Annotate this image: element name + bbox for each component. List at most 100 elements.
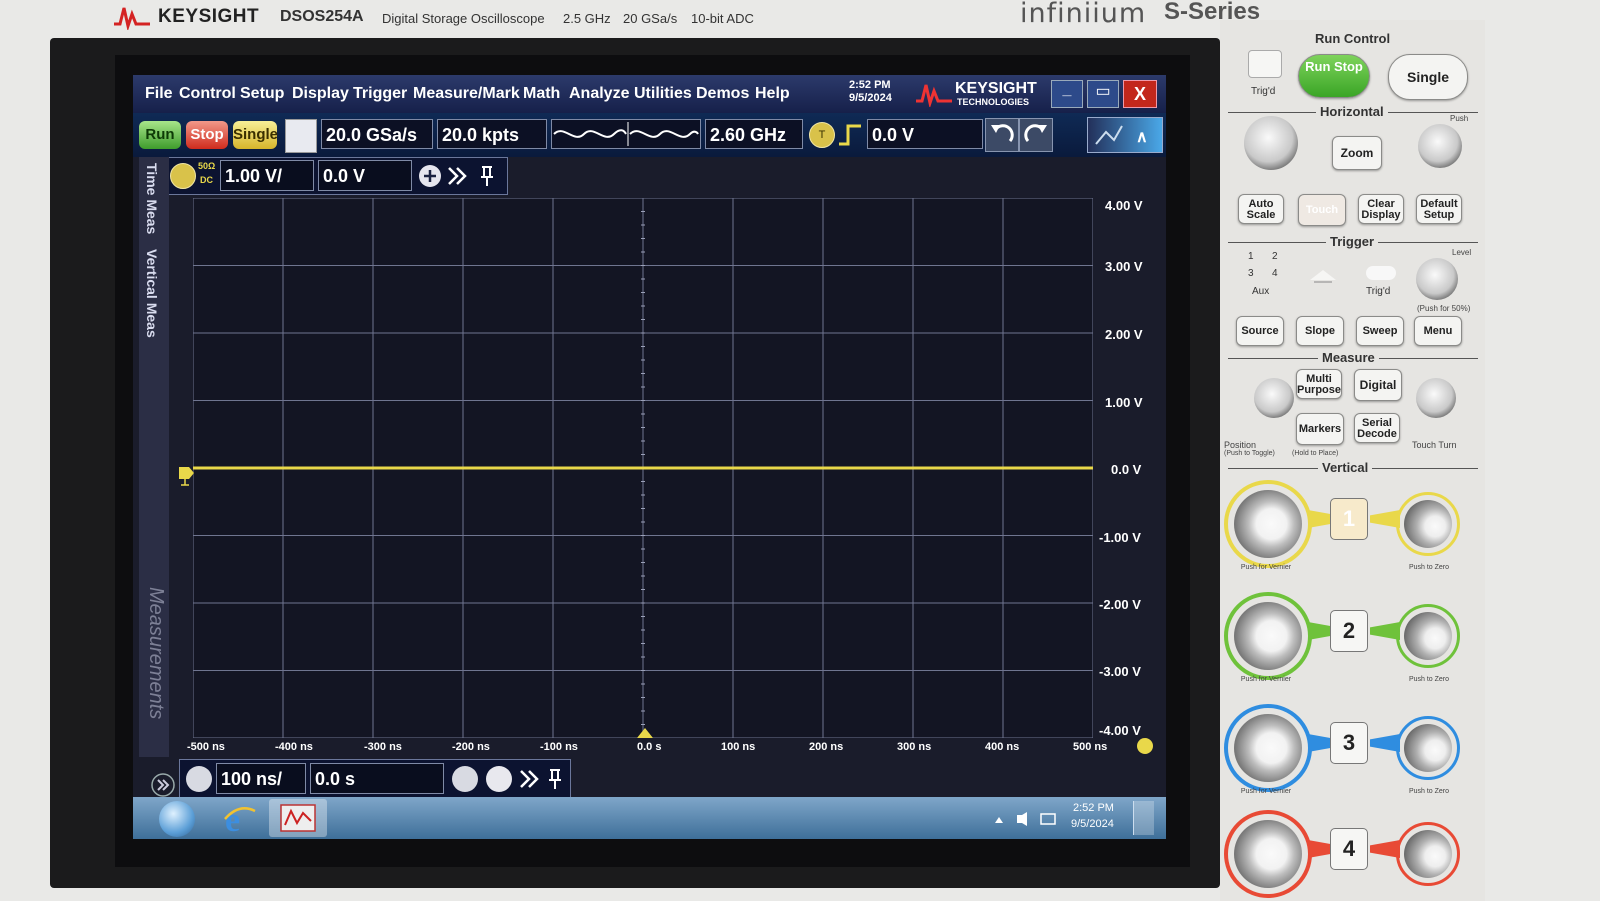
timebase-delay-button[interactable] [452, 766, 478, 792]
menu-display[interactable]: Display [292, 85, 349, 103]
trigger-level-knob[interactable] [1416, 258, 1458, 300]
menu-measure-mark[interactable]: Measure/Mark [413, 85, 520, 103]
horizontal-scale-knob[interactable] [1244, 116, 1298, 170]
push-toggle-label: (Push to Toggle) [1224, 450, 1275, 457]
pin-icon[interactable] [478, 164, 496, 188]
touch-turn-label: Touch Turn [1412, 440, 1457, 450]
trigger-source-hw-button[interactable]: Source [1236, 316, 1284, 346]
trigger-ch-label: 4 [1272, 268, 1278, 279]
show-desktop-button[interactable] [1133, 801, 1154, 835]
run-button[interactable]: Run [139, 121, 181, 149]
restore-button[interactable]: ▭ [1087, 80, 1119, 108]
touch-button[interactable]: Touch [1298, 194, 1346, 226]
side-panel-expand-icon[interactable] [151, 773, 175, 797]
start-button[interactable] [159, 801, 195, 837]
tab-measurements[interactable]: Measurements [144, 587, 167, 719]
horizontal-position-knob[interactable] [1418, 124, 1462, 168]
run-stop-button[interactable]: Run Stop [1298, 54, 1370, 98]
channel-2-button[interactable]: 2 [1330, 610, 1368, 652]
menu-control[interactable]: Control [179, 85, 236, 103]
x-tick-label: 0.0 s [637, 741, 662, 753]
single-button[interactable]: Single [233, 121, 278, 149]
waveform-graticule[interactable] [192, 197, 1094, 739]
channel-1-ground-marker-icon[interactable] [177, 459, 197, 489]
timebase-marker[interactable] [1137, 738, 1153, 754]
tab-vertical-meas[interactable]: Vertical Meas [144, 249, 160, 338]
menu-setup[interactable]: Setup [240, 85, 284, 103]
menu-trigger[interactable]: Trigger [353, 85, 407, 103]
vertical-scale-knob[interactable] [1234, 602, 1302, 670]
y-tick-label: -2.00 V [1099, 597, 1141, 612]
undo-icon [991, 124, 1014, 142]
close-button[interactable]: X [1123, 80, 1157, 108]
channel-1-button[interactable] [170, 163, 196, 189]
y-tick-label: 2.00 V [1105, 327, 1143, 342]
multi-purpose-button[interactable]: Multi Purpose [1296, 369, 1342, 399]
push-zero-label: Push to Zero [1408, 788, 1450, 795]
stop-button[interactable]: Stop [186, 121, 228, 149]
taskbar-time: 2:52 PM [1073, 802, 1114, 814]
menu-demos[interactable]: Demos [696, 85, 749, 103]
trigger-slope-button[interactable]: Slope [1296, 316, 1344, 346]
samplerate-field[interactable]: 20.0 GSa/s [321, 119, 433, 149]
side-tab-strip: Time Meas Vertical Meas Measurements [139, 157, 169, 757]
scope-app-taskbar-icon[interactable] [269, 799, 327, 837]
channel-4-button[interactable]: 4 [1330, 828, 1368, 870]
measure-position-knob[interactable] [1254, 378, 1294, 418]
tab-time-meas[interactable]: Time Meas [144, 163, 160, 234]
menu-file[interactable]: File [145, 85, 173, 103]
x-tick-label: 200 ns [809, 741, 844, 753]
adc-spec: 10-bit ADC [691, 11, 754, 26]
timebase-position-field[interactable]: 0.0 s [310, 763, 444, 794]
vertical-scale-field[interactable]: 1.00 V/ [220, 160, 314, 191]
trigger-level-field[interactable]: 0.0 V [867, 119, 983, 149]
vertical-offset-knob[interactable] [1404, 500, 1452, 548]
zoom-button[interactable]: Zoom [1332, 136, 1382, 170]
internet-explorer-icon[interactable]: e [221, 801, 259, 839]
vertical-scale-knob[interactable] [1234, 490, 1302, 558]
trigger-menu-button[interactable]: Menu [1414, 316, 1462, 346]
system-tray-icons[interactable] [993, 811, 1063, 827]
menu-help[interactable]: Help [755, 85, 790, 103]
expand-chevron-icon[interactable] [518, 767, 540, 791]
vertical-offset-knob[interactable] [1404, 612, 1452, 660]
memory-depth-field[interactable]: 20.0 kpts [437, 119, 547, 149]
expand-chevron-icon[interactable] [445, 164, 469, 188]
single-hw-button[interactable]: Single [1388, 54, 1468, 100]
scope-screen: File Control Setup Display Trigger Measu… [133, 75, 1166, 839]
vertical-offset-knob[interactable] [1404, 724, 1452, 772]
clear-display-button[interactable]: Clear Display [1358, 194, 1404, 224]
channel-1-button[interactable]: 1 [1330, 498, 1368, 540]
pin-icon[interactable] [546, 767, 564, 791]
trigd-label: Trig'd [1251, 86, 1276, 97]
markers-button[interactable]: Markers [1296, 413, 1344, 445]
channel-impedance: 50Ω [198, 161, 216, 171]
vertical-offset-knob[interactable] [1404, 830, 1452, 878]
digital-button[interactable]: Digital [1354, 369, 1402, 401]
trigger-sweep-button[interactable]: Sweep [1356, 316, 1404, 346]
serial-decode-button[interactable]: Serial Decode [1354, 413, 1400, 443]
add-channel-icon[interactable] [418, 164, 442, 188]
vertical-scale-knob[interactable] [1234, 820, 1302, 888]
menu-utilities[interactable]: Utilities [634, 85, 692, 103]
auto-scale-button[interactable]: Auto Scale [1238, 194, 1284, 224]
vertical-offset-field[interactable]: 0.0 V [318, 160, 412, 191]
menu-analyze[interactable]: Analyze [569, 85, 629, 103]
touch-turn-knob[interactable] [1416, 378, 1456, 418]
acquisition-mode-display[interactable] [551, 119, 701, 149]
menu-math[interactable]: Math [523, 85, 560, 103]
redo-button[interactable] [1019, 118, 1053, 152]
timebase-button[interactable] [186, 766, 212, 792]
undo-button[interactable] [985, 118, 1019, 152]
timebase-scale-field[interactable]: 100 ns/ [216, 763, 306, 794]
view-mode-toggle[interactable]: ∧ [1087, 117, 1163, 153]
rising-edge-icon[interactable] [837, 123, 863, 147]
vertical-scale-knob[interactable] [1234, 714, 1302, 782]
trigger-source-button[interactable]: T [809, 122, 835, 148]
blank-setup-button[interactable] [285, 119, 317, 153]
default-setup-button[interactable]: Default Setup [1416, 194, 1462, 224]
channel-3-button[interactable]: 3 [1330, 722, 1368, 764]
bandwidth-field[interactable]: 2.60 GHz [705, 119, 803, 149]
minimize-button[interactable]: _ [1051, 80, 1083, 108]
horizontal-ref-button[interactable] [486, 766, 512, 792]
